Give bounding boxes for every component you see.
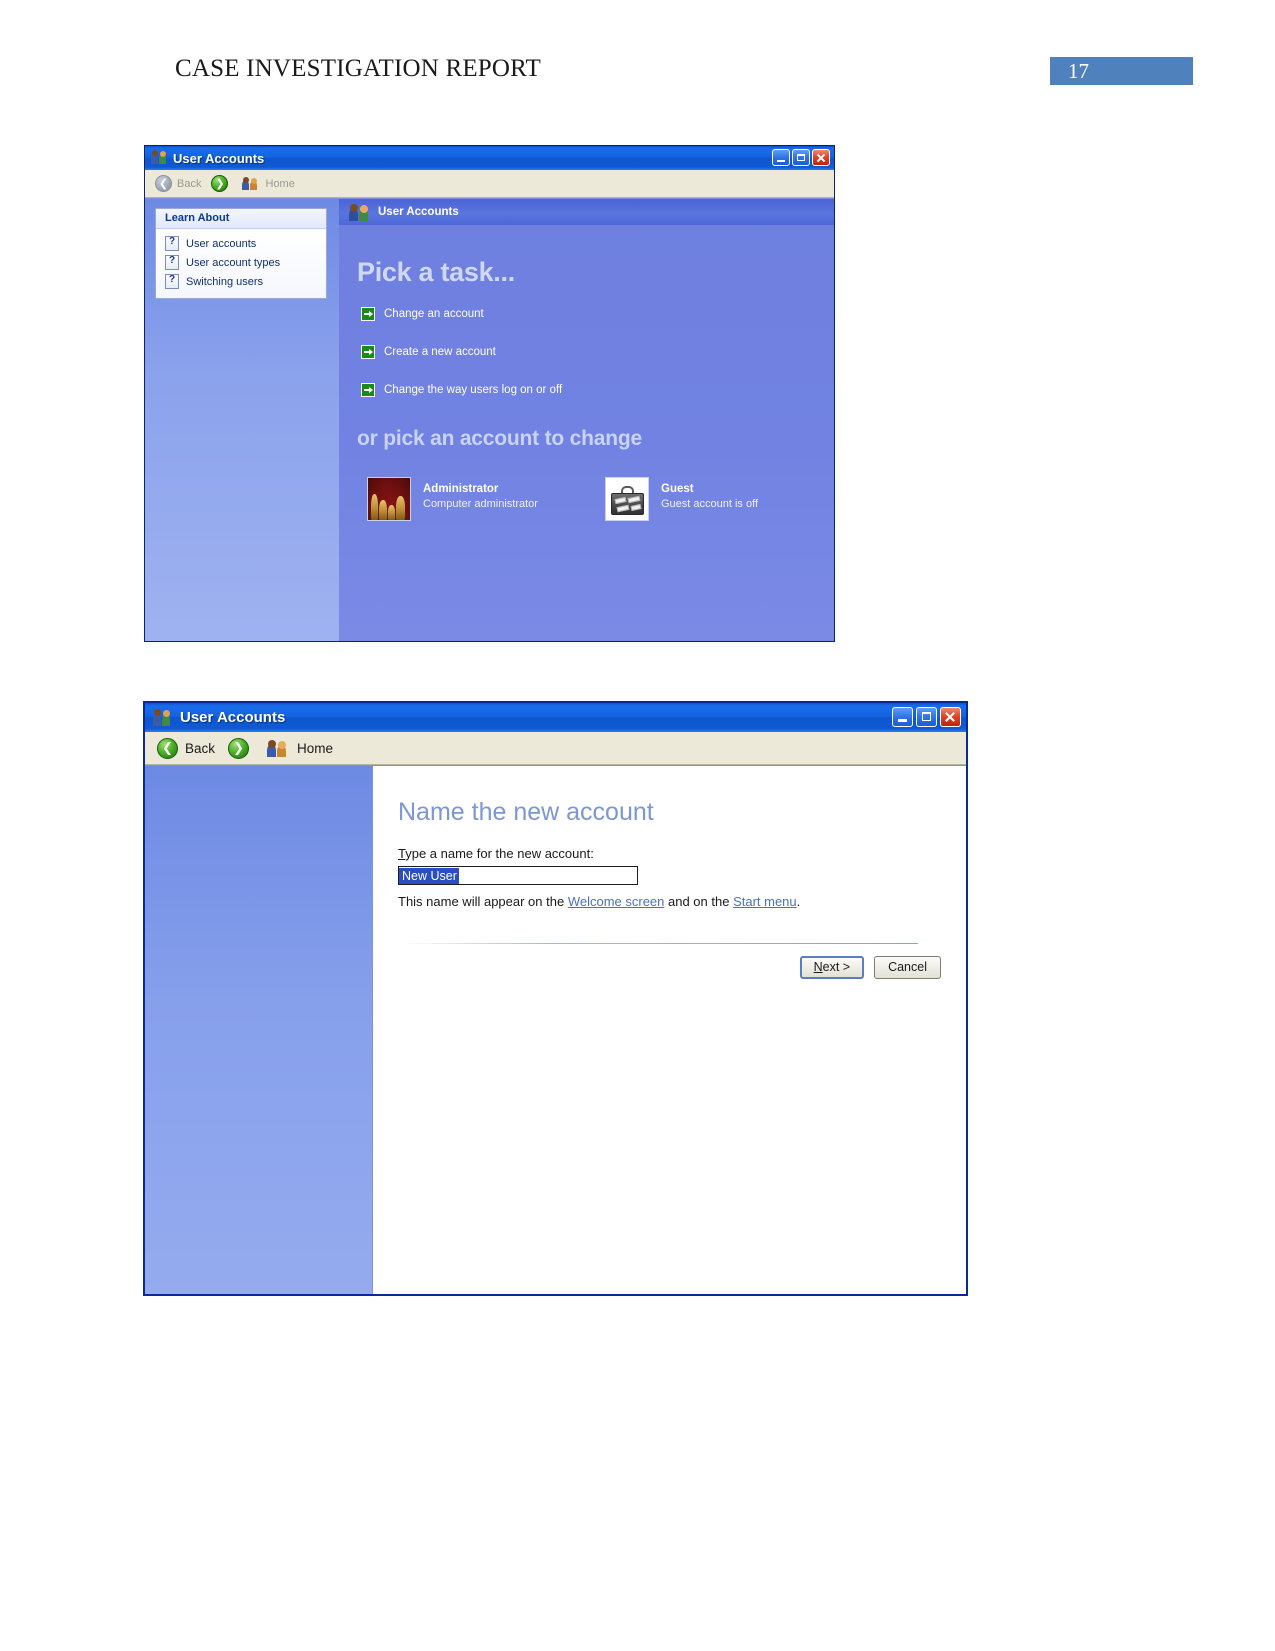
hint-suffix: .	[796, 894, 801, 909]
learn-about-title: Learn About	[156, 209, 326, 229]
window-title: User Accounts	[173, 150, 265, 166]
task-label: Create a new account	[384, 346, 496, 358]
account-name: Administrator	[423, 483, 499, 495]
user-accounts-icon	[153, 708, 172, 727]
window-body: Name the new account Type a name for the…	[145, 766, 966, 1294]
home-label[interactable]: Home	[265, 178, 294, 190]
home-icon[interactable]	[267, 739, 289, 758]
account-name-label: Type a name for the new account:	[398, 846, 594, 861]
home-label[interactable]: Home	[297, 741, 333, 756]
main-content: User Accounts Pick a task... Change an a…	[339, 199, 834, 641]
account-name-input[interactable]: New User	[398, 866, 638, 885]
accesskey-letter: N	[813, 960, 823, 974]
account-text: Administrator Computer administrator	[423, 477, 538, 510]
forward-icon[interactable]: ❯	[228, 737, 250, 759]
sidebar: Learn About User accounts User account t…	[145, 199, 339, 641]
user-accounts-window-home: User Accounts ❮ Back ❯ Home Learn About …	[144, 145, 835, 642]
task-create-a-new-account[interactable]: Create a new account	[361, 345, 791, 359]
account-item-administrator[interactable]: Administrator Computer administrator	[367, 477, 605, 521]
start-menu-link[interactable]: Start menu	[733, 894, 797, 909]
help-icon	[165, 236, 179, 251]
page-number: 17	[1068, 59, 1089, 83]
label-rest: ype a name for the new account:	[405, 846, 594, 861]
user-accounts-icon	[151, 150, 167, 166]
main-header-title: User Accounts	[378, 206, 459, 218]
cancel-button[interactable]: Cancel	[874, 956, 941, 979]
task-label: Change the way users log on or off	[384, 384, 563, 396]
next-button-label-rest: ext >	[822, 960, 851, 974]
account-text: Guest Guest account is off	[661, 477, 758, 510]
green-arrow-icon	[361, 345, 375, 359]
window-title: User Accounts	[180, 709, 286, 726]
minimize-button[interactable]	[892, 707, 913, 727]
account-name-hint: This name will appear on the Welcome scr…	[398, 894, 800, 909]
sidebar-item-user-account-types[interactable]: User account types	[156, 253, 326, 272]
window-titlebar: User Accounts	[145, 146, 834, 170]
briefcase-body	[611, 493, 644, 515]
main-content: Name the new account Type a name for the…	[373, 766, 966, 1294]
form-button-row: Next > Cancel	[790, 956, 941, 979]
learn-about-panel: Learn About User accounts User account t…	[155, 208, 327, 299]
user-accounts-window-name-account: User Accounts ❮ Back ❯ Home Name the new…	[143, 701, 968, 1296]
close-button[interactable]	[812, 149, 830, 166]
navigation-toolbar: ❮ Back ❯ Home	[145, 170, 834, 198]
briefcase-picture	[605, 477, 649, 521]
home-icon[interactable]	[242, 176, 259, 191]
sidebar-item-user-accounts[interactable]: User accounts	[156, 234, 326, 253]
task-change-an-account[interactable]: Change an account	[361, 307, 791, 321]
account-name-value: New User	[399, 867, 459, 884]
form-divider	[403, 943, 918, 944]
hint-prefix: This name will appear on the	[398, 894, 568, 909]
account-description: Guest account is off	[661, 498, 759, 510]
sidebar-item-label: User accounts	[186, 237, 257, 250]
navigation-toolbar: ❮ Back ❯ Home	[145, 732, 966, 765]
task-change-logon-method[interactable]: Change the way users log on or off	[361, 383, 791, 397]
account-description: Computer administrator	[423, 498, 538, 510]
sidebar	[145, 766, 373, 1294]
close-button[interactable]	[940, 707, 961, 727]
back-label[interactable]: Back	[185, 741, 215, 756]
account-name: Guest	[661, 483, 694, 495]
window-controls	[770, 149, 830, 166]
minimize-button[interactable]	[772, 149, 790, 166]
task-label: Change an account	[384, 308, 484, 320]
forward-icon[interactable]: ❯	[211, 175, 229, 192]
green-arrow-icon	[361, 383, 375, 397]
main-content-header: User Accounts	[339, 199, 834, 225]
chess-pieces-picture	[367, 477, 411, 521]
pick-a-task-heading: Pick a task...	[357, 257, 515, 287]
next-button[interactable]: Next >	[799, 956, 865, 979]
window-body: Learn About User accounts User account t…	[145, 199, 834, 641]
learn-about-list: User accounts User account types Switchi…	[156, 229, 326, 298]
window-titlebar: User Accounts	[145, 703, 966, 732]
document-header: CASE INVESTIGATION REPORT 17	[0, 0, 1275, 110]
sidebar-item-label: User account types	[186, 256, 281, 269]
back-label[interactable]: Back	[177, 178, 201, 190]
green-arrow-icon	[361, 307, 375, 321]
back-icon[interactable]: ❮	[155, 175, 172, 192]
page-number-badge: 17	[1050, 57, 1193, 85]
help-icon	[165, 255, 179, 270]
back-icon[interactable]: ❮	[157, 737, 178, 759]
welcome-screen-link[interactable]: Welcome screen	[568, 894, 665, 909]
window-controls	[889, 707, 961, 727]
page-title: CASE INVESTIGATION REPORT	[175, 55, 541, 82]
account-list: Administrator Computer administrator Gue…	[367, 477, 797, 521]
sidebar-item-label: Switching users	[186, 275, 264, 288]
task-list: Change an account Create a new account C…	[361, 307, 791, 421]
sidebar-item-switching-users[interactable]: Switching users	[156, 272, 326, 291]
page-heading: Name the new account	[398, 798, 654, 826]
maximize-button[interactable]	[916, 707, 937, 727]
user-accounts-icon	[349, 203, 369, 222]
hint-middle: and on the	[664, 894, 734, 909]
help-icon	[165, 274, 179, 289]
account-item-guest[interactable]: Guest Guest account is off	[605, 477, 758, 521]
pick-an-account-heading: or pick an account to change	[357, 427, 642, 450]
maximize-button[interactable]	[792, 149, 810, 166]
